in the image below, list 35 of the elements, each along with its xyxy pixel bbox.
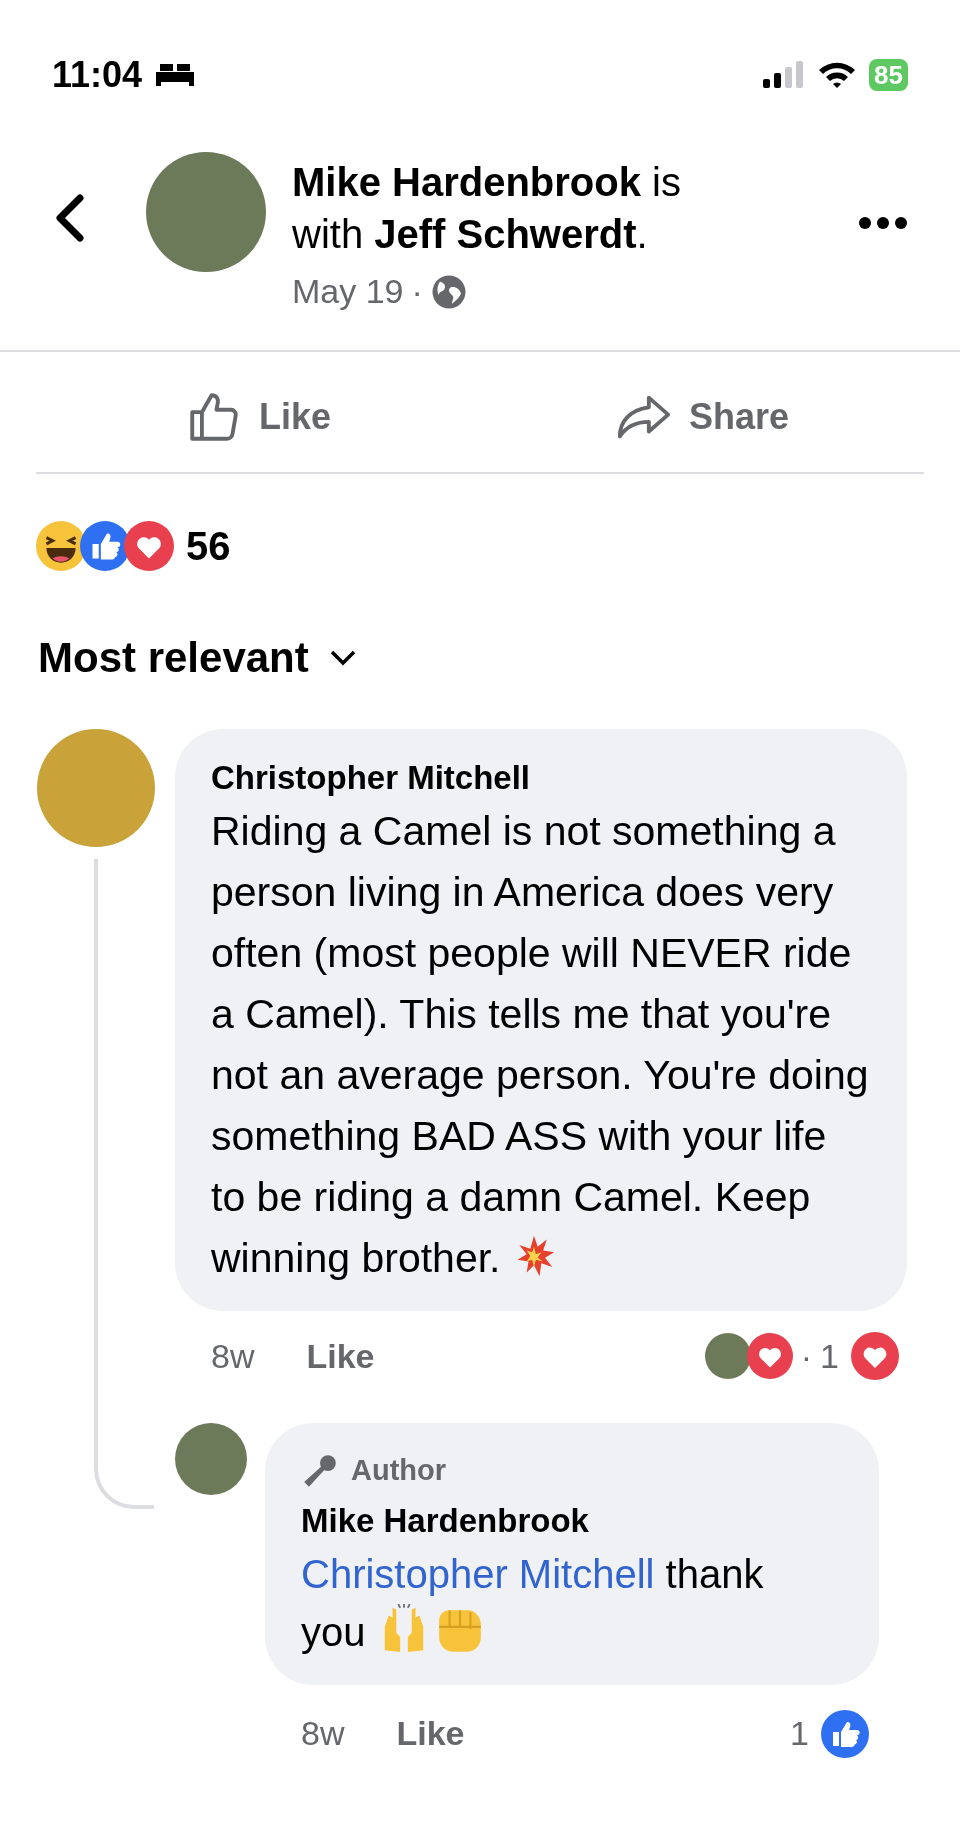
author-label: Author xyxy=(351,1453,447,1488)
more-options-icon[interactable] xyxy=(858,216,908,230)
post-date: May 19 xyxy=(292,271,404,312)
separator-dot: · xyxy=(800,1335,813,1377)
comment-text: Riding a Camel is not something a person living in America does very often (most people will NEVER ride a Camel). This tells me that you're not an average person. You're doing something BAD ASS with your life to be riding a damn Camel. Keep winning brother. xyxy=(211,807,870,1283)
comment-time: 8w xyxy=(211,1335,255,1377)
globe-icon xyxy=(430,273,467,310)
chevron-down-icon xyxy=(328,648,357,667)
comment-time: 8w xyxy=(301,1713,345,1754)
bed-icon xyxy=(154,62,197,88)
reaction-count: 1 xyxy=(820,1335,839,1377)
heart-reaction-icon xyxy=(851,1332,899,1380)
like-button[interactable]: Like xyxy=(36,362,480,472)
laughing-reaction-icon xyxy=(36,521,86,571)
commenter-name[interactable]: Mike Hardenbrook xyxy=(301,1496,829,1545)
avatar[interactable] xyxy=(704,1333,751,1379)
mention-link[interactable]: Christopher Mitchell xyxy=(301,1551,655,1596)
comment-like-button[interactable]: Like xyxy=(306,1330,375,1382)
comment-like-button[interactable]: Like xyxy=(396,1708,465,1759)
sort-dropdown[interactable]: Most relevant xyxy=(38,626,309,689)
reply-text: Christopher Mitchell thank you xyxy=(301,1550,765,1656)
reaction-count: 1 xyxy=(790,1713,809,1754)
commenter-name[interactable]: Christopher Mitchell xyxy=(211,755,871,801)
battery-indicator: 85 xyxy=(869,59,908,91)
heart-reaction-icon xyxy=(124,521,174,571)
wifi-icon xyxy=(817,60,858,90)
post-title: Mike Hardenbrook is with Jeff Schwerdt. xyxy=(292,159,682,258)
status-time: 11:04 xyxy=(52,53,143,97)
share-button[interactable]: Share xyxy=(480,362,924,472)
signal-icon xyxy=(763,61,806,89)
like-reaction-icon xyxy=(80,521,130,571)
reaction-count[interactable]: 56 xyxy=(186,516,231,576)
separator-dot: · xyxy=(411,271,423,312)
heart-reaction-icon xyxy=(746,1333,793,1379)
like-reaction-icon xyxy=(821,1709,869,1758)
